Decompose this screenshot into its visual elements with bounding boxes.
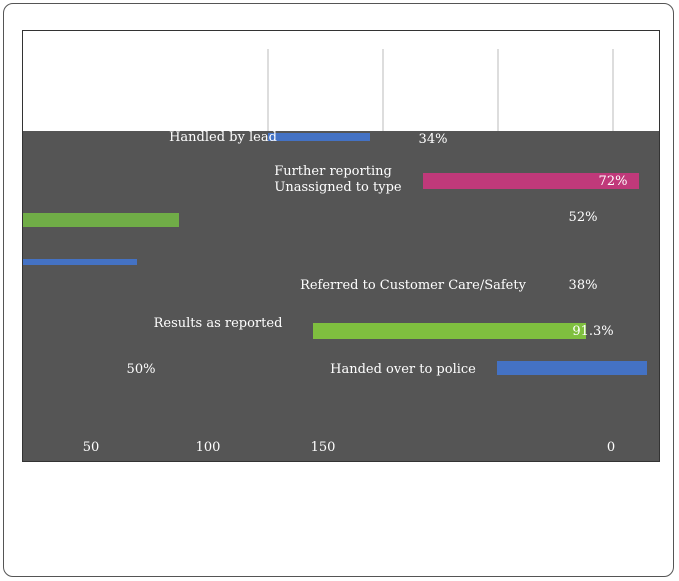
value-label: 72%: [599, 174, 628, 189]
value-label: 34%: [419, 132, 448, 147]
x-tick-label: 100: [196, 440, 221, 455]
x-tick-label: 0: [607, 440, 615, 455]
category-label: Handed over to police: [330, 362, 476, 377]
category-label: Handled by lead: [169, 130, 277, 145]
gridlines: [267, 49, 614, 131]
x-tick-label: 50: [83, 440, 100, 455]
x-tick-label: 150: [311, 440, 336, 455]
value-label: 38%: [569, 278, 598, 293]
chart-plot-area: Handled by lead Further reporting Unassign…: [22, 30, 660, 462]
bar: [23, 259, 137, 265]
category-label: Unassigned to type: [274, 180, 401, 195]
bar: [268, 133, 370, 141]
bar-chart: Handled by lead Further reportingUnassign…: [23, 49, 659, 461]
value-label: 52%: [569, 210, 598, 225]
value-label: 91.3%: [572, 324, 613, 339]
bar: [23, 213, 179, 227]
category-label: Results as reported: [154, 316, 283, 331]
category-label: Referred to Customer Care/Safety: [300, 278, 527, 293]
bar: [497, 361, 647, 375]
category-label: Further reporting: [274, 164, 392, 179]
value-label: 50%: [127, 362, 156, 377]
bar: [313, 323, 586, 339]
